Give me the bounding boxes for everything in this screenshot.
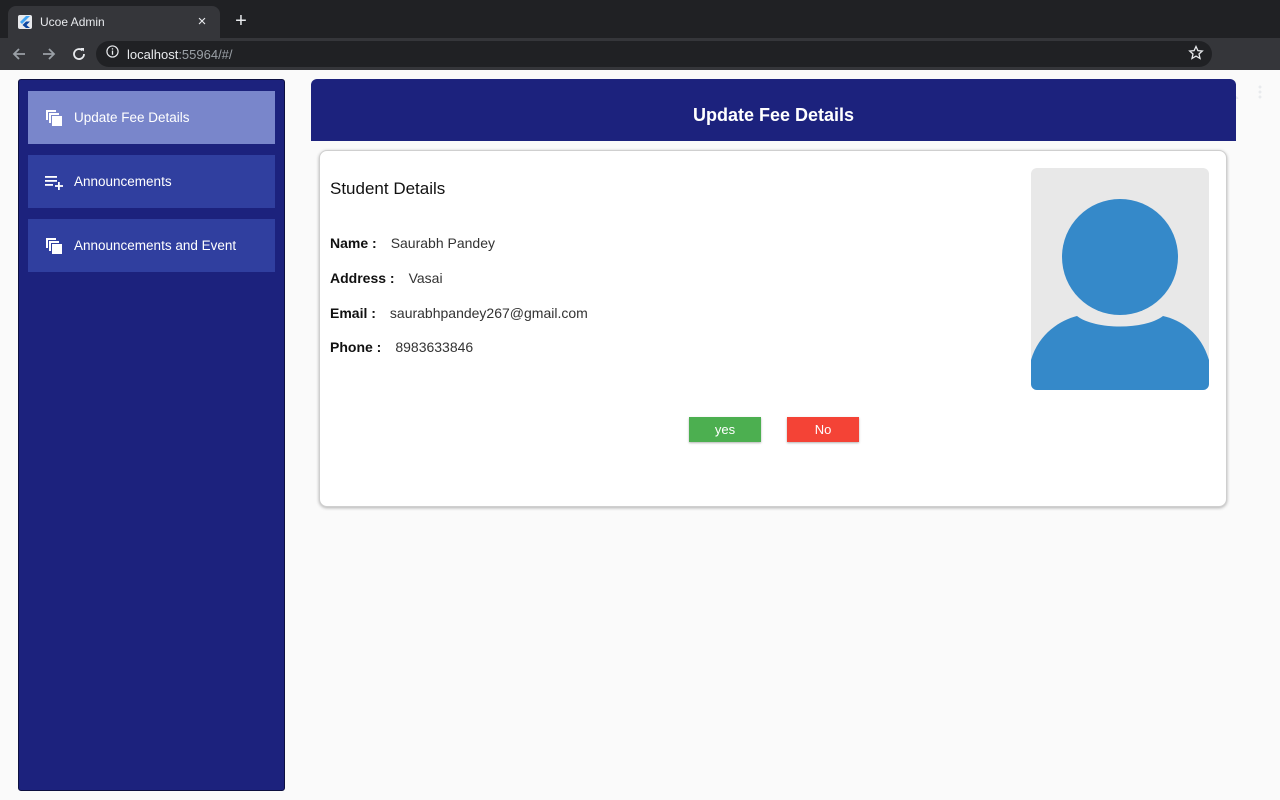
url-host: localhost [127, 46, 179, 62]
sidebar-item-label: Update Fee Details [74, 110, 190, 125]
name-label: Name : [330, 235, 377, 251]
flutter-favicon-icon [18, 15, 32, 29]
sidebar-item-update-fee-details[interactable]: Update Fee Details [28, 91, 275, 144]
url-path: :55964/#/ [178, 46, 233, 62]
sidebar-item-label: Announcements and Event [74, 238, 237, 253]
sidebar: Update Fee Details Announcements Announc… [18, 79, 285, 791]
address-value: Vasai [408, 270, 443, 286]
page-title: Update Fee Details [692, 104, 855, 125]
tab-close-icon[interactable]: × [194, 14, 210, 30]
sidebar-item-announcements-and-event[interactable]: Announcements and Event [28, 219, 275, 272]
forward-arrow-icon[interactable] [35, 40, 63, 68]
address-label: Address : [330, 270, 395, 286]
phone-label: Phone : [330, 339, 382, 355]
name-value: Saurabh Pandey [390, 235, 495, 251]
address-bar[interactable]: localhost:55964/#/ [96, 41, 1212, 67]
card-title: Student Details [330, 179, 446, 198]
copy-icon [44, 108, 64, 128]
new-tab-icon[interactable]: + [230, 10, 252, 32]
email-field: Email : saurabhpandey267@gmail.com [330, 305, 588, 321]
copy-icon [44, 236, 64, 256]
browser-toolbar: localhost:55964/#/ [0, 38, 1280, 99]
bookmark-star-icon[interactable] [1188, 44, 1204, 66]
browser-tab-bar: Ucoe Admin × + [0, 0, 1280, 38]
email-value: saurabhpandey267@gmail.com [389, 305, 588, 321]
phone-field: Phone : 8983633846 [330, 339, 473, 355]
playlist-add-icon [44, 172, 64, 192]
person-icon [1031, 199, 1209, 390]
name-field: Name : Saurabh Pandey [330, 235, 495, 251]
sidebar-item-label: Announcements [74, 174, 172, 189]
address-field: Address : Vasai [330, 270, 443, 286]
email-label: Email : [330, 305, 376, 321]
student-details-card: Student Details Name : Saurabh Pandey Add… [319, 150, 1227, 507]
sidebar-item-announcements[interactable]: Announcements [28, 155, 275, 208]
tab-title: Ucoe Admin [40, 15, 105, 29]
browser-tab[interactable]: Ucoe Admin × [8, 6, 220, 38]
avatar [1031, 168, 1209, 390]
yes-button[interactable]: yes [689, 417, 761, 442]
reload-icon[interactable] [65, 40, 93, 68]
no-button[interactable]: No [787, 417, 859, 442]
info-icon[interactable] [106, 45, 119, 63]
page-header: Update Fee Details [311, 79, 1236, 141]
back-arrow-icon[interactable] [5, 40, 33, 68]
more-options-icon[interactable] [1250, 78, 1270, 106]
phone-value: 8983633846 [395, 339, 474, 355]
